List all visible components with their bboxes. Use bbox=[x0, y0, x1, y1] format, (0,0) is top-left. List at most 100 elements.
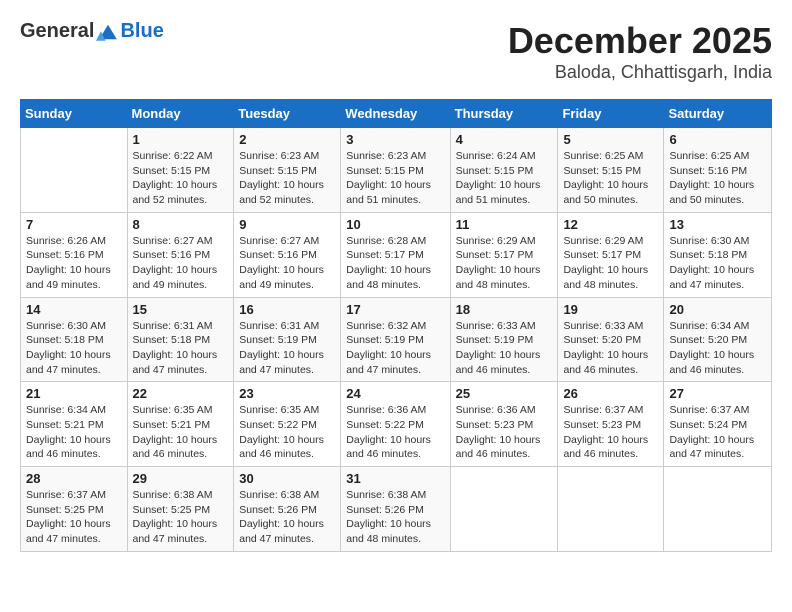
day-number: 26 bbox=[563, 386, 658, 401]
day-info: Sunrise: 6:31 AM Sunset: 5:19 PM Dayligh… bbox=[239, 319, 335, 378]
day-number: 31 bbox=[346, 471, 444, 486]
day-info: Sunrise: 6:31 AM Sunset: 5:18 PM Dayligh… bbox=[133, 319, 229, 378]
weekday-header: Sunday bbox=[21, 100, 128, 128]
day-number: 12 bbox=[563, 217, 658, 232]
day-info: Sunrise: 6:25 AM Sunset: 5:15 PM Dayligh… bbox=[563, 149, 658, 208]
day-number: 29 bbox=[133, 471, 229, 486]
calendar-cell: 24Sunrise: 6:36 AM Sunset: 5:22 PM Dayli… bbox=[341, 382, 450, 467]
calendar-cell: 10 Sunrise: 6:28 AM Sunset: 5:17 PM Dayli… bbox=[341, 212, 450, 297]
calendar-cell: 23 Sunrise: 6:35 AM Sunset: 5:22 PM Dayli… bbox=[234, 382, 341, 467]
logo-icon bbox=[96, 23, 120, 41]
calendar-cell: 5 Sunrise: 6:25 AM Sunset: 5:15 PM Daylig… bbox=[558, 128, 664, 213]
title-block: December 2025 Baloda, Chhattisgarh, Indi… bbox=[508, 20, 772, 83]
calendar-cell: 15 Sunrise: 6:31 AM Sunset: 5:18 PM Dayli… bbox=[127, 297, 234, 382]
day-number: 28 bbox=[26, 471, 122, 486]
day-number: 13 bbox=[669, 217, 766, 232]
day-number: 2 bbox=[239, 132, 335, 147]
calendar-cell: 22Sunrise: 6:35 AM Sunset: 5:21 PM Dayli… bbox=[127, 382, 234, 467]
calendar-cell: 21Sunrise: 6:34 AM Sunset: 5:21 PM Dayli… bbox=[21, 382, 128, 467]
day-number: 27 bbox=[669, 386, 766, 401]
weekday-header: Saturday bbox=[664, 100, 772, 128]
day-number: 14 bbox=[26, 302, 122, 317]
day-info: Sunrise: 6:38 AM Sunset: 5:26 PM Dayligh… bbox=[346, 488, 444, 547]
day-info: Sunrise: 6:25 AM Sunset: 5:16 PM Dayligh… bbox=[669, 149, 766, 208]
logo: General Blue bbox=[20, 20, 164, 43]
day-info: Sunrise: 6:29 AM Sunset: 5:17 PM Dayligh… bbox=[456, 234, 553, 293]
day-info: Sunrise: 6:35 AM Sunset: 5:22 PM Dayligh… bbox=[239, 403, 335, 462]
calendar-cell: 28Sunrise: 6:37 AM Sunset: 5:25 PM Dayli… bbox=[21, 467, 128, 552]
calendar-cell bbox=[664, 467, 772, 552]
day-number: 17 bbox=[346, 302, 444, 317]
calendar-cell bbox=[21, 128, 128, 213]
day-info: Sunrise: 6:33 AM Sunset: 5:20 PM Dayligh… bbox=[563, 319, 658, 378]
weekday-header: Wednesday bbox=[341, 100, 450, 128]
day-number: 7 bbox=[26, 217, 122, 232]
weekday-header: Thursday bbox=[450, 100, 558, 128]
calendar-cell: 12 Sunrise: 6:29 AM Sunset: 5:17 PM Dayli… bbox=[558, 212, 664, 297]
day-number: 25 bbox=[456, 386, 553, 401]
calendar-cell: 8 Sunrise: 6:27 AM Sunset: 5:16 PM Daylig… bbox=[127, 212, 234, 297]
day-number: 11 bbox=[456, 217, 553, 232]
day-number: 4 bbox=[456, 132, 553, 147]
weekday-header: Tuesday bbox=[234, 100, 341, 128]
day-number: 8 bbox=[133, 217, 229, 232]
calendar-cell: 9Sunrise: 6:27 AM Sunset: 5:16 PM Daylig… bbox=[234, 212, 341, 297]
day-number: 19 bbox=[563, 302, 658, 317]
day-info: Sunrise: 6:29 AM Sunset: 5:17 PM Dayligh… bbox=[563, 234, 658, 293]
day-info: Sunrise: 6:27 AM Sunset: 5:16 PM Dayligh… bbox=[239, 234, 335, 293]
day-info: Sunrise: 6:23 AM Sunset: 5:15 PM Dayligh… bbox=[239, 149, 335, 208]
day-info: Sunrise: 6:37 AM Sunset: 5:23 PM Dayligh… bbox=[563, 403, 658, 462]
day-info: Sunrise: 6:26 AM Sunset: 5:16 PM Dayligh… bbox=[26, 234, 122, 293]
day-number: 10 bbox=[346, 217, 444, 232]
day-number: 30 bbox=[239, 471, 335, 486]
day-info: Sunrise: 6:38 AM Sunset: 5:26 PM Dayligh… bbox=[239, 488, 335, 547]
calendar-cell: 11 Sunrise: 6:29 AM Sunset: 5:17 PM Dayli… bbox=[450, 212, 558, 297]
calendar-cell: 1 Sunrise: 6:22 AM Sunset: 5:15 PM Daylig… bbox=[127, 128, 234, 213]
calendar-cell: 16 Sunrise: 6:31 AM Sunset: 5:19 PM Dayli… bbox=[234, 297, 341, 382]
day-number: 6 bbox=[669, 132, 766, 147]
logo-blue: Blue bbox=[120, 20, 163, 43]
month-title: December 2025 bbox=[508, 20, 772, 62]
day-info: Sunrise: 6:22 AM Sunset: 5:15 PM Dayligh… bbox=[133, 149, 229, 208]
calendar-cell: 6 Sunrise: 6:25 AM Sunset: 5:16 PM Daylig… bbox=[664, 128, 772, 213]
day-info: Sunrise: 6:24 AM Sunset: 5:15 PM Dayligh… bbox=[456, 149, 553, 208]
day-number: 20 bbox=[669, 302, 766, 317]
calendar-table: SundayMondayTuesdayWednesdayThursdayFrid… bbox=[20, 99, 772, 552]
calendar-cell: 26 Sunrise: 6:37 AM Sunset: 5:23 PM Dayli… bbox=[558, 382, 664, 467]
day-number: 1 bbox=[133, 132, 229, 147]
day-info: Sunrise: 6:27 AM Sunset: 5:16 PM Dayligh… bbox=[133, 234, 229, 293]
location-title: Baloda, Chhattisgarh, India bbox=[508, 62, 772, 83]
day-number: 21 bbox=[26, 386, 122, 401]
page-header: General Blue December 2025 Baloda, Chhat… bbox=[20, 20, 772, 83]
day-info: Sunrise: 6:23 AM Sunset: 5:15 PM Dayligh… bbox=[346, 149, 444, 208]
calendar-cell: 29 Sunrise: 6:38 AM Sunset: 5:25 PM Dayli… bbox=[127, 467, 234, 552]
calendar-cell bbox=[558, 467, 664, 552]
calendar-cell: 4 Sunrise: 6:24 AM Sunset: 5:15 PM Daylig… bbox=[450, 128, 558, 213]
calendar-cell: 13Sunrise: 6:30 AM Sunset: 5:18 PM Dayli… bbox=[664, 212, 772, 297]
calendar-cell: 31 Sunrise: 6:38 AM Sunset: 5:26 PM Dayli… bbox=[341, 467, 450, 552]
day-number: 5 bbox=[563, 132, 658, 147]
calendar-cell: 2 Sunrise: 6:23 AM Sunset: 5:15 PM Daylig… bbox=[234, 128, 341, 213]
calendar-cell: 7 Sunrise: 6:26 AM Sunset: 5:16 PM Daylig… bbox=[21, 212, 128, 297]
day-number: 23 bbox=[239, 386, 335, 401]
calendar-cell: 25Sunrise: 6:36 AM Sunset: 5:23 PM Dayli… bbox=[450, 382, 558, 467]
day-number: 15 bbox=[133, 302, 229, 317]
day-info: Sunrise: 6:37 AM Sunset: 5:24 PM Dayligh… bbox=[669, 403, 766, 462]
weekday-header: Friday bbox=[558, 100, 664, 128]
day-info: Sunrise: 6:28 AM Sunset: 5:17 PM Dayligh… bbox=[346, 234, 444, 293]
calendar-cell: 30 Sunrise: 6:38 AM Sunset: 5:26 PM Dayli… bbox=[234, 467, 341, 552]
calendar-cell: 17 Sunrise: 6:32 AM Sunset: 5:19 PM Dayli… bbox=[341, 297, 450, 382]
calendar-cell: 3Sunrise: 6:23 AM Sunset: 5:15 PM Daylig… bbox=[341, 128, 450, 213]
calendar-cell: 20 Sunrise: 6:34 AM Sunset: 5:20 PM Dayli… bbox=[664, 297, 772, 382]
calendar-cell: 19 Sunrise: 6:33 AM Sunset: 5:20 PM Dayli… bbox=[558, 297, 664, 382]
calendar-cell: 14Sunrise: 6:30 AM Sunset: 5:18 PM Dayli… bbox=[21, 297, 128, 382]
day-info: Sunrise: 6:33 AM Sunset: 5:19 PM Dayligh… bbox=[456, 319, 553, 378]
weekday-header: Monday bbox=[127, 100, 234, 128]
day-info: Sunrise: 6:38 AM Sunset: 5:25 PM Dayligh… bbox=[133, 488, 229, 547]
day-number: 18 bbox=[456, 302, 553, 317]
day-number: 22 bbox=[133, 386, 229, 401]
logo-general: General bbox=[20, 20, 94, 43]
day-info: Sunrise: 6:34 AM Sunset: 5:20 PM Dayligh… bbox=[669, 319, 766, 378]
day-number: 16 bbox=[239, 302, 335, 317]
day-info: Sunrise: 6:32 AM Sunset: 5:19 PM Dayligh… bbox=[346, 319, 444, 378]
